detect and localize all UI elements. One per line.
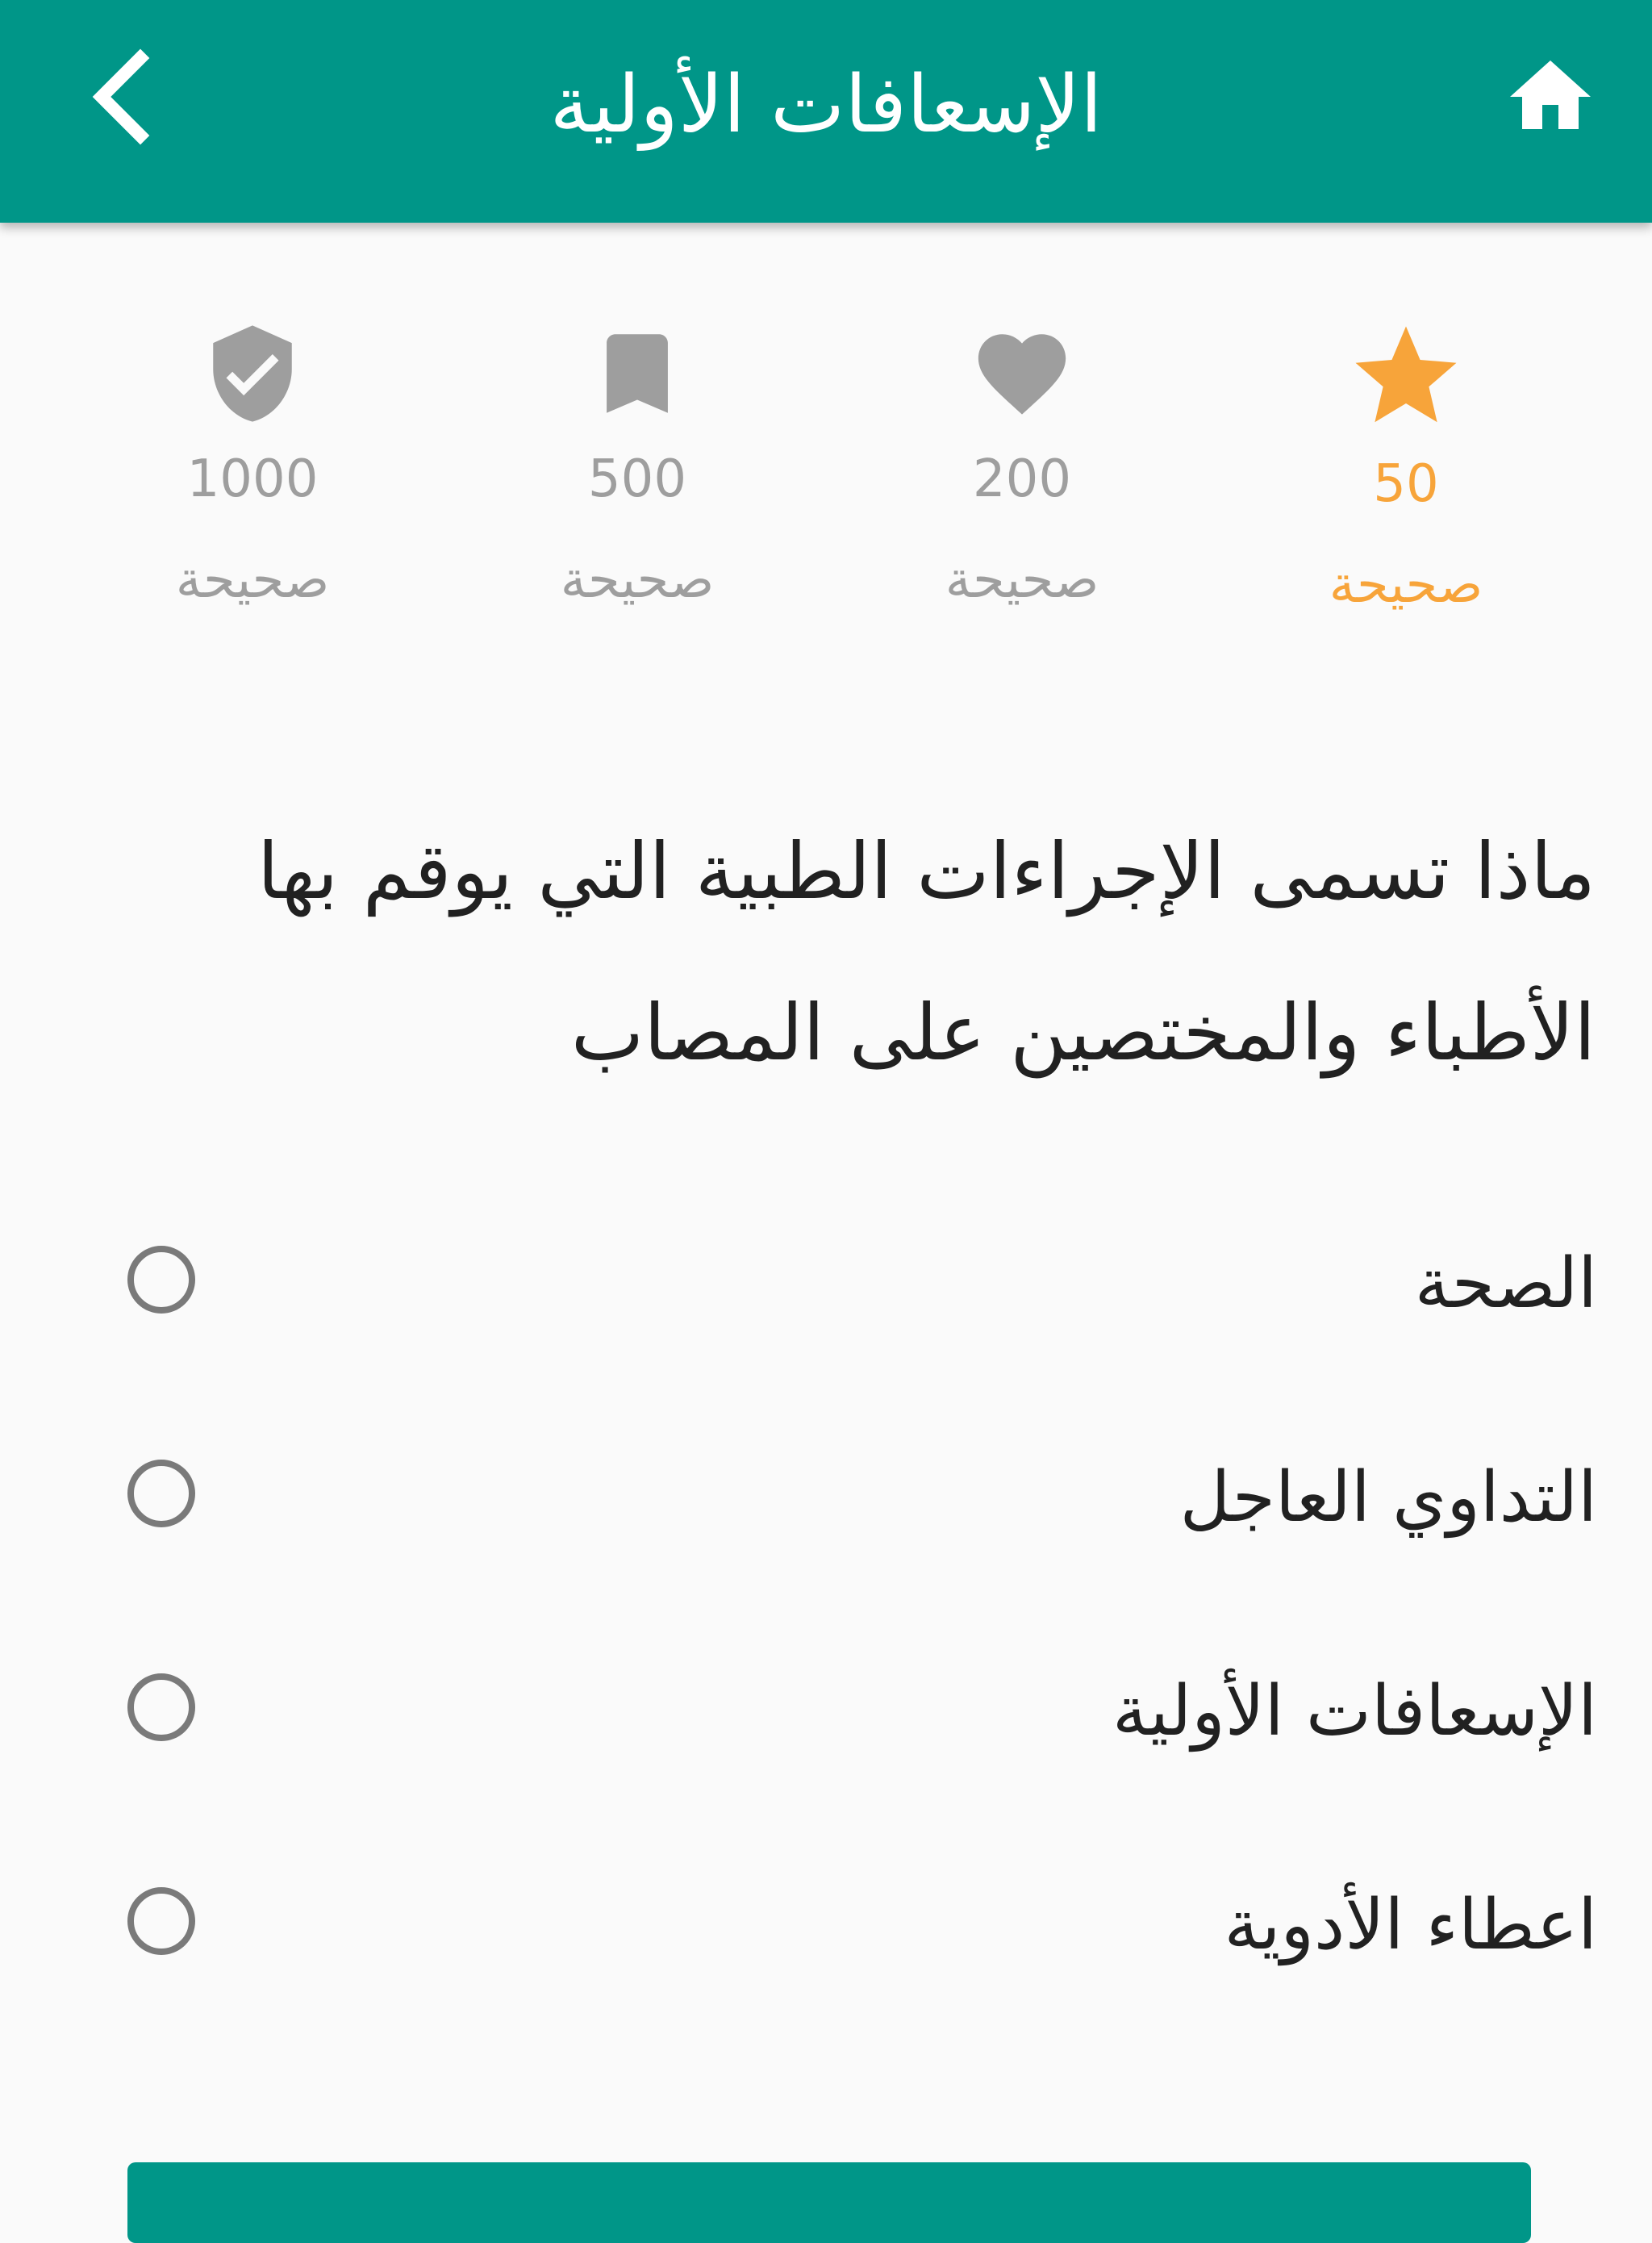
stat-label: صحيحة	[175, 550, 330, 610]
answer-option[interactable]: اعطاء الأدوية	[121, 1865, 1597, 1986]
stat-count: 500	[587, 449, 687, 509]
stat-label: صحيحة	[560, 550, 715, 610]
answer-option[interactable]: التداوي العاجل	[121, 1437, 1597, 1558]
star-icon	[1355, 326, 1457, 423]
stat-badge-1000[interactable]: 1000 صحيحة	[115, 321, 390, 616]
heart-icon	[978, 334, 1066, 415]
radio-button[interactable]	[127, 1673, 195, 1741]
stat-count: 50	[1373, 454, 1439, 514]
answer-option[interactable]: الإسعافات الأولية	[121, 1651, 1597, 1772]
answer-label: اعطاء الأدوية	[1224, 1885, 1597, 1965]
bookmark-icon	[607, 334, 668, 413]
page-title: الإسعافات الأولية	[549, 59, 1103, 151]
radio-button[interactable]	[127, 1887, 195, 1955]
radio-button[interactable]	[127, 1460, 195, 1527]
submit-button[interactable]	[127, 2162, 1531, 2243]
stat-badge-500[interactable]: 500 صحيحة	[500, 321, 774, 616]
home-icon	[1510, 61, 1591, 129]
answer-label: التداوي العاجل	[1179, 1457, 1597, 1538]
stat-label: صحيحة	[1329, 555, 1483, 615]
answer-option[interactable]: الصحة	[121, 1223, 1597, 1344]
stat-label: صحيحة	[945, 550, 1099, 610]
stat-badge-200[interactable]: 200 صحيحة	[885, 321, 1159, 616]
app-bar: الإسعافات الأولية	[0, 0, 1652, 223]
verified-shield-icon	[213, 325, 292, 422]
stat-count: 200	[972, 449, 1072, 509]
answer-label: الصحة	[1414, 1243, 1597, 1324]
answer-label: الإسعافات الأولية	[1112, 1671, 1597, 1752]
radio-button[interactable]	[127, 1246, 195, 1314]
stat-badge-50[interactable]: 50 صحيحة	[1269, 316, 1543, 621]
stat-count: 1000	[186, 449, 319, 509]
question-text: ماذا تسمى الإجراءات الطبية التي يوقم بها…	[257, 826, 1596, 1078]
home-button[interactable]	[1502, 48, 1599, 145]
